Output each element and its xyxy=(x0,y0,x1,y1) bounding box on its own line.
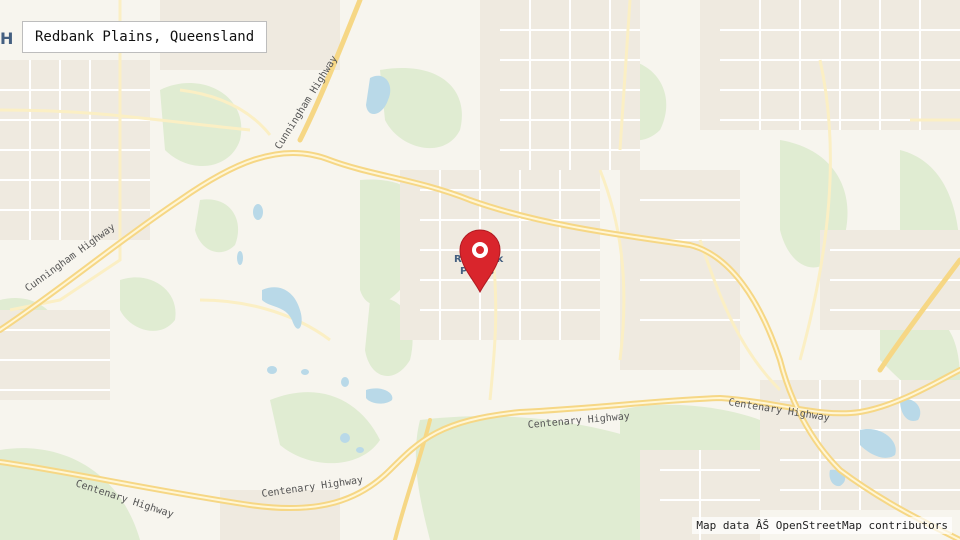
location-search-text: Redbank Plains, Queensland xyxy=(35,29,255,45)
attribution-text: Map data ÂŠ OpenStreetMap contributors xyxy=(696,519,948,532)
location-search-box[interactable]: Redbank Plains, Queensland xyxy=(22,21,268,53)
edge-place-label: H xyxy=(0,29,13,48)
map-attribution: Map data ÂŠ OpenStreetMap contributors xyxy=(692,517,952,534)
map-canvas[interactable]: Cunningham Highway Cunningham Highway Ce… xyxy=(0,0,960,540)
